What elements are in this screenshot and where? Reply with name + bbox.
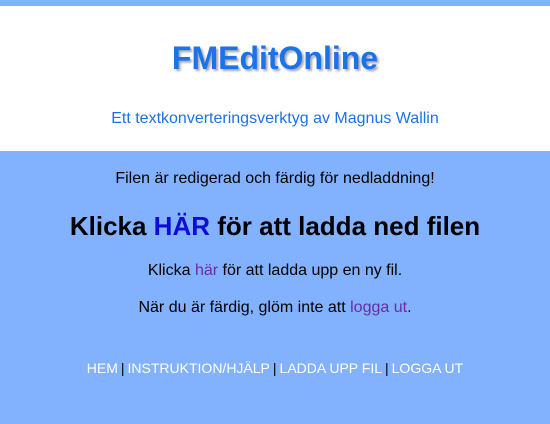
logout-link[interactable]: logga ut bbox=[350, 299, 407, 316]
logout-prefix: När du är färdig, glöm inte att bbox=[138, 299, 351, 316]
nav-separator: | bbox=[120, 360, 125, 376]
download-line: Klicka HÄR för att ladda ned filen bbox=[0, 188, 550, 241]
download-prefix: Klicka bbox=[69, 211, 154, 241]
main-content: Filen är redigerad och färdig för nedlad… bbox=[0, 151, 550, 376]
nav-instructions-link[interactable]: INSTRUKTION/HJÄLP bbox=[128, 360, 270, 376]
nav-home-link[interactable]: HEM bbox=[87, 360, 118, 376]
upload-suffix: för att ladda upp en ny fil. bbox=[218, 262, 403, 279]
nav-separator: | bbox=[385, 360, 389, 376]
status-message: Filen är redigerad och färdig för nedlad… bbox=[115, 170, 435, 187]
app-title: FMEditOnline bbox=[171, 40, 379, 76]
upload-line: Klicka här för att ladda upp en ny fil. bbox=[0, 241, 550, 280]
logout-suffix: . bbox=[407, 299, 412, 316]
download-suffix: för att ladda ned filen bbox=[210, 211, 481, 241]
nav-upload-link[interactable]: LADDA UPP FIL bbox=[280, 360, 382, 376]
nav-logout-link[interactable]: LOGGA UT bbox=[392, 360, 464, 376]
page-header: FMEditOnline Ett textkonverteringsverkty… bbox=[0, 6, 550, 151]
nav-separator: | bbox=[272, 360, 277, 376]
logout-line: När du är färdig, glöm inte att logga ut… bbox=[0, 280, 550, 317]
footer-nav: HEM | INSTRUKTION/HJÄLP | LADDA UPP FIL | LOGG… bbox=[0, 317, 550, 376]
app-subtitle: Ett textkonverteringsverktyg av Magnus W… bbox=[111, 110, 439, 127]
download-link[interactable]: HÄR bbox=[154, 211, 210, 241]
upload-prefix: Klicka bbox=[147, 262, 195, 279]
upload-link[interactable]: här bbox=[195, 262, 218, 279]
